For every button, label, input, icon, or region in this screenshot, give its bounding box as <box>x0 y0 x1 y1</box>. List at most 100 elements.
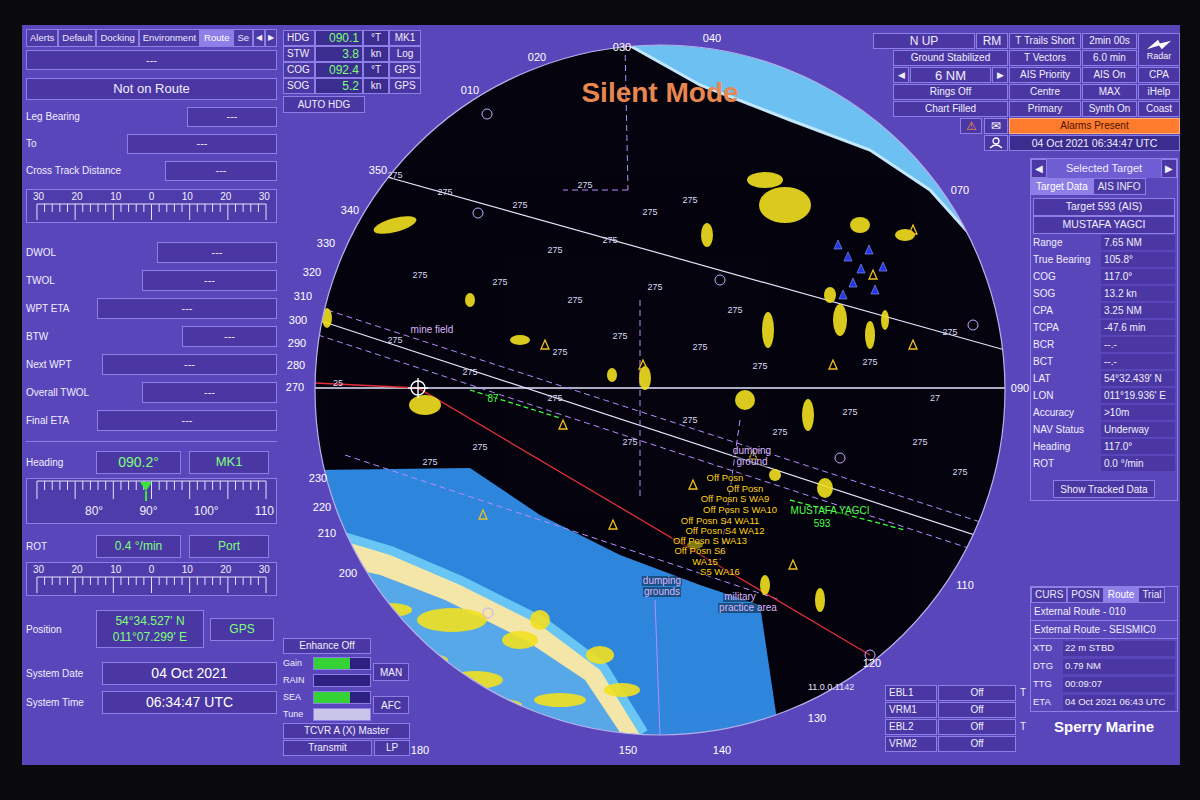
ebl-vrm-value[interactable]: Off <box>938 719 1016 735</box>
target-data-row: ROT0.0 °/min <box>1031 455 1177 472</box>
slider-track[interactable] <box>313 657 371 670</box>
left-tab[interactable]: Docking <box>96 29 138 47</box>
vectors-button[interactable]: T Vectors <box>1009 50 1081 66</box>
manual-button[interactable]: MAN <box>373 663 409 681</box>
range-down-button[interactable]: ◀ <box>893 67 909 83</box>
left-tab[interactable]: Default <box>58 29 96 47</box>
ebl-vrm-label[interactable]: VRM2 <box>885 736 937 752</box>
next-target-button[interactable]: ▶ <box>1161 159 1177 178</box>
chart-label: military <box>723 592 757 602</box>
display-toggle[interactable]: CPA <box>1138 67 1180 83</box>
left-tabs: AlertsDefaultDockingEnvironmentRouteSe◀▶ <box>26 29 277 47</box>
target-tab[interactable]: Target Data <box>1031 178 1093 195</box>
depth-sounding: 275 <box>647 283 662 292</box>
show-tracked-data-button[interactable]: Show Tracked Data <box>1053 480 1155 498</box>
enhance-button[interactable]: Enhance Off <box>283 638 371 654</box>
message-icon[interactable]: ✉ <box>984 118 1008 134</box>
route-data-value: 04 Oct 2021 06:43 UTC <box>1063 695 1175 710</box>
afc-button[interactable]: AFC <box>373 696 409 714</box>
transmit-button[interactable]: Transmit <box>283 740 372 756</box>
trails-button[interactable]: T Trails Short <box>1009 33 1081 49</box>
nav-source: MK1 <box>389 30 421 46</box>
display-toggle[interactable]: iHelp <box>1138 84 1180 100</box>
tab-scroll-button[interactable]: ◀ <box>253 29 265 47</box>
slider-fill <box>314 692 350 703</box>
alarms-present-button[interactable]: Alarms Present <box>1009 118 1180 134</box>
display-toggle[interactable]: Synth On <box>1082 101 1137 117</box>
vectors-time[interactable]: 6.0 min <box>1082 50 1137 66</box>
display-toggle[interactable]: AIS On <box>1082 67 1137 83</box>
left-tab[interactable]: Environment <box>139 29 200 47</box>
ebl-vrm-value[interactable]: Off <box>938 736 1016 752</box>
display-toggle[interactable]: AIS Priority <box>1009 67 1081 83</box>
ebl-vrm-label[interactable]: EBL1 <box>885 685 937 701</box>
display-toggle[interactable]: Chart Filled <box>893 101 1008 117</box>
target-data-label: Heading <box>1033 442 1070 452</box>
display-toggle[interactable]: MAX <box>1082 84 1137 100</box>
orientation-button[interactable]: N UP <box>873 33 975 49</box>
display-datetime: 04 Oct 2021 06:34:47 UTC <box>1009 135 1180 151</box>
route-field: Overall TWOL--- <box>26 381 277 403</box>
target-data-label: TCPA <box>1033 323 1059 333</box>
route-status: Not on Route <box>26 78 277 100</box>
target-data-value: 54°32.439' N <box>1101 371 1175 386</box>
ebl-vrm-value[interactable]: Off <box>938 702 1016 718</box>
route-panel: AlertsDefaultDockingEnvironmentRouteSe◀▶… <box>22 25 280 765</box>
previous-target-button[interactable]: ◀ <box>1031 159 1047 178</box>
display-toggle[interactable]: Centre <box>1009 84 1081 100</box>
compass-number: 100° <box>194 505 219 517</box>
route-data-value: 0.79 NM <box>1063 659 1175 674</box>
route-data-row: XTD22 m STBD <box>1031 639 1177 657</box>
scale-numbers: 3020100102030 <box>27 565 276 575</box>
depth-sounding: 275 <box>692 343 707 352</box>
stabilization-button[interactable]: Ground Stabilized <box>893 50 1008 66</box>
display-toggle[interactable]: Rings Off <box>893 84 1008 100</box>
pulse-length-button[interactable]: LP <box>374 740 410 756</box>
ebl-vrm-value[interactable]: Off <box>938 685 1016 701</box>
field-value: --- <box>97 298 277 319</box>
range-up-button[interactable]: ▶ <box>992 67 1008 83</box>
field-value: --- <box>187 107 277 127</box>
transceiver-button[interactable]: TCVR A (X) Master <box>283 723 410 739</box>
display-toggle[interactable]: Primary <box>1009 101 1081 117</box>
alarm-warning-icon[interactable]: ⚠ <box>960 118 982 134</box>
route-tab[interactable]: POSN <box>1067 587 1103 603</box>
position-value: 54°34.527' N011°07.299' E <box>96 610 204 648</box>
ebl-vrm-label[interactable]: VRM1 <box>885 702 937 718</box>
route-tab[interactable]: CURS <box>1031 587 1067 603</box>
ebl-vrm-reference: T <box>1017 719 1029 735</box>
chart-text-layer: 0100200300400700901101201301401501802002… <box>313 45 1008 740</box>
rot-scale: 3020100102030 <box>26 562 277 596</box>
field-label: TWOL <box>26 273 55 288</box>
video-slider-row: SEA <box>283 689 371 705</box>
slider-track[interactable] <box>313 691 371 704</box>
slider-track[interactable] <box>313 674 371 687</box>
slider-track[interactable] <box>313 708 371 721</box>
radar-ppi[interactable]: 0100200300400700901101201301401501802002… <box>313 45 1008 740</box>
route-tab[interactable]: Trial <box>1138 587 1165 603</box>
radar-mode-button[interactable]: Radar <box>1138 33 1180 66</box>
left-tab[interactable]: Se <box>233 29 253 47</box>
route-tab[interactable]: Route <box>1104 587 1139 603</box>
display-toggle[interactable]: Coast <box>1138 101 1180 117</box>
scale-number: 0 <box>149 565 155 575</box>
motion-button[interactable]: RM <box>976 33 1008 49</box>
chart-label: Off Posn <box>706 473 745 483</box>
alarm-ack-button[interactable] <box>984 135 1008 151</box>
video-slider-row: RAIN <box>283 672 371 688</box>
auto-heading-button[interactable]: AUTO HDG <box>283 96 365 113</box>
left-tab[interactable]: Route <box>200 29 233 47</box>
route-data-value: 00:09:07 <box>1063 677 1175 692</box>
left-tab[interactable]: Alerts <box>26 29 58 47</box>
target-data-row: TCPA-47.6 min <box>1031 319 1177 336</box>
field-label: Leg Bearing <box>26 109 80 124</box>
tab-scroll-button[interactable]: ▶ <box>265 29 277 47</box>
radar-display[interactable]: 0100200300400700901101201301401501802002… <box>280 25 1030 765</box>
target-data-label: COG <box>1033 272 1056 282</box>
ebl-vrm-label[interactable]: EBL2 <box>885 719 937 735</box>
trails-time[interactable]: 2min 00s <box>1082 33 1137 49</box>
bearing-label: 130 <box>808 713 826 724</box>
depth-sounding: 275 <box>422 458 437 467</box>
video-controls: Enhance OffGainRAINSEATuneMANAFCTCVR A (… <box>283 638 410 756</box>
target-tab[interactable]: AIS INFO <box>1093 178 1146 195</box>
